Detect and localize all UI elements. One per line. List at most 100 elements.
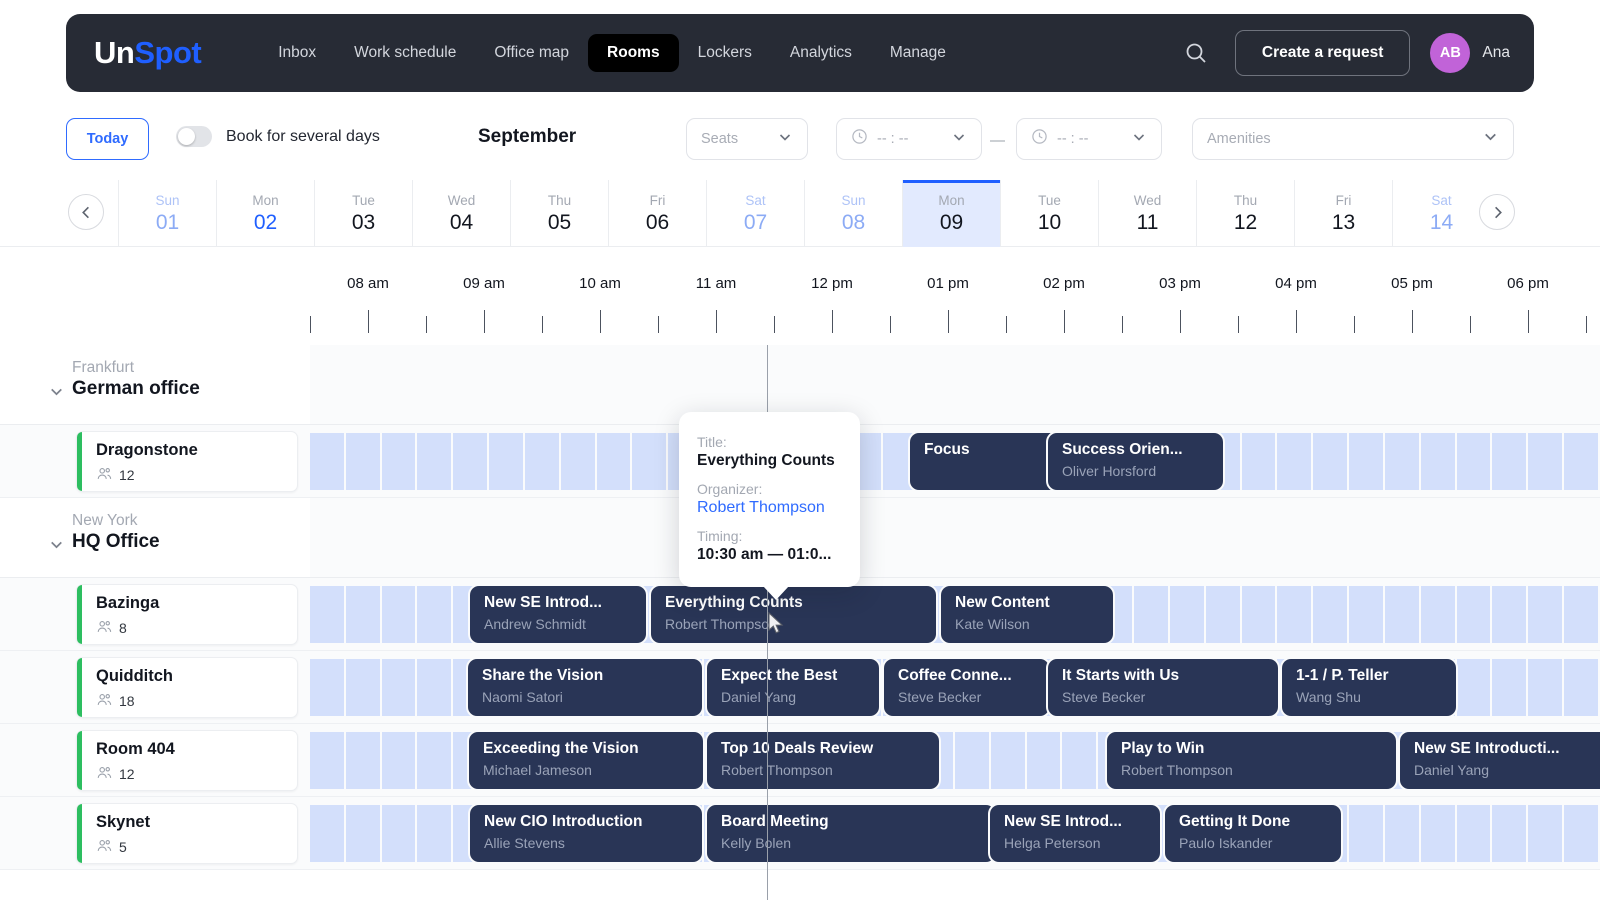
day-cell-07[interactable]: Sat 07 <box>706 180 804 247</box>
avatar[interactable]: AB <box>1430 33 1471 73</box>
free-slot[interactable] <box>345 659 382 716</box>
event-block[interactable]: Getting It Done Paulo Iskander <box>1165 805 1341 862</box>
event-block[interactable]: Top 10 Deals Review Robert Thompson <box>707 732 939 789</box>
day-cell-04[interactable]: Wed 04 <box>412 180 510 247</box>
free-slot[interactable] <box>381 805 418 862</box>
free-slot[interactable] <box>1420 805 1457 862</box>
free-slot[interactable] <box>1456 433 1493 490</box>
room-card[interactable]: Room 404 12 <box>76 730 298 791</box>
prev-week-button[interactable] <box>68 194 104 230</box>
free-slot[interactable] <box>1563 586 1600 643</box>
free-slot[interactable] <box>1563 433 1600 490</box>
free-slot[interactable] <box>954 732 991 789</box>
nav-item-office-map[interactable]: Office map <box>475 34 588 72</box>
day-cell-09[interactable]: Mon 09 <box>902 180 1000 247</box>
event-block[interactable]: Share the Vision Naomi Satori <box>468 659 702 716</box>
free-slot[interactable] <box>990 732 1027 789</box>
free-slot[interactable] <box>1241 433 1278 490</box>
event-block[interactable]: Board Meeting Kelly Bolen <box>707 805 995 862</box>
event-block[interactable]: New SE Introd... Andrew Schmidt <box>470 586 646 643</box>
free-slot[interactable] <box>1205 586 1242 643</box>
event-block[interactable]: New CIO Introduction Allie Stevens <box>470 805 702 862</box>
free-slot[interactable] <box>345 805 382 862</box>
search-icon[interactable] <box>1175 32 1217 74</box>
free-slot[interactable] <box>417 732 454 789</box>
nav-item-analytics[interactable]: Analytics <box>771 34 871 72</box>
free-slot[interactable] <box>489 433 525 490</box>
free-slot[interactable] <box>453 433 490 490</box>
event-block[interactable]: It Starts with Us Steve Becker <box>1048 659 1278 716</box>
free-slot[interactable] <box>1420 586 1457 643</box>
tooltip-organizer-value[interactable]: Robert Thompson <box>697 499 842 517</box>
free-slot[interactable] <box>1456 586 1493 643</box>
nav-item-rooms[interactable]: Rooms <box>588 34 679 72</box>
amenities-filter[interactable]: Amenities <box>1192 118 1514 160</box>
day-cell-14[interactable]: Sat 14 <box>1392 180 1490 247</box>
event-block[interactable]: Success Orien... Oliver Horsford <box>1048 433 1223 490</box>
event-block[interactable]: New Content Kate Wilson <box>941 586 1113 643</box>
day-cell-03[interactable]: Tue 03 <box>314 180 412 247</box>
free-slot[interactable] <box>1277 586 1314 643</box>
free-slot[interactable] <box>345 732 382 789</box>
free-slot[interactable] <box>1528 659 1564 716</box>
create-request-button[interactable]: Create a request <box>1234 30 1411 76</box>
free-slot[interactable] <box>1384 433 1421 490</box>
free-slot[interactable] <box>1456 805 1493 862</box>
nav-item-manage[interactable]: Manage <box>871 34 965 72</box>
room-card[interactable]: Skynet 5 <box>76 803 298 864</box>
free-slot[interactable] <box>1349 433 1385 490</box>
free-slot[interactable] <box>1563 805 1600 862</box>
day-cell-10[interactable]: Tue 10 <box>1000 180 1098 247</box>
free-slot[interactable] <box>1563 659 1600 716</box>
free-slot[interactable] <box>1169 586 1206 643</box>
nav-item-lockers[interactable]: Lockers <box>679 34 771 72</box>
event-block[interactable]: New SE Introducti... Daniel Yang <box>1400 732 1600 789</box>
event-block[interactable]: Play to Win Robert Thompson <box>1107 732 1396 789</box>
free-slot[interactable] <box>310 732 346 789</box>
free-slot[interactable] <box>1384 805 1421 862</box>
free-slot[interactable] <box>310 805 346 862</box>
free-slot[interactable] <box>1492 586 1529 643</box>
free-slot[interactable] <box>596 433 633 490</box>
event-block[interactable]: Everything Counts Robert Thompson <box>651 586 936 643</box>
free-slot[interactable] <box>310 659 346 716</box>
event-block[interactable]: New SE Introd... Helga Peterson <box>990 805 1160 862</box>
next-week-button[interactable] <box>1479 194 1515 230</box>
seats-filter[interactable]: Seats <box>686 118 808 160</box>
event-block[interactable]: Coffee Conne... Steve Becker <box>884 659 1049 716</box>
free-slot[interactable] <box>1277 433 1314 490</box>
free-slot[interactable] <box>1349 586 1385 643</box>
free-slot[interactable] <box>1062 732 1099 789</box>
day-cell-02[interactable]: Mon 02 <box>216 180 314 247</box>
event-block[interactable]: Exceeding the Vision Michael Jameson <box>469 732 703 789</box>
free-slot[interactable] <box>345 586 382 643</box>
free-slot[interactable] <box>1492 433 1529 490</box>
event-block[interactable]: Expect the Best Daniel Yang <box>707 659 879 716</box>
day-cell-05[interactable]: Thu 05 <box>510 180 608 247</box>
free-slot[interactable] <box>310 586 346 643</box>
day-cell-08[interactable]: Sun 08 <box>804 180 902 247</box>
day-cell-13[interactable]: Fri 13 <box>1294 180 1392 247</box>
nav-item-work-schedule[interactable]: Work schedule <box>335 34 475 72</box>
day-cell-01[interactable]: Sun 01 <box>118 180 216 247</box>
free-slot[interactable] <box>1456 659 1493 716</box>
free-slot[interactable] <box>381 659 418 716</box>
chevron-down-icon[interactable] <box>48 383 65 405</box>
free-slot[interactable] <box>310 433 346 490</box>
day-cell-12[interactable]: Thu 12 <box>1196 180 1294 247</box>
free-slot[interactable] <box>417 659 454 716</box>
free-slot[interactable] <box>1420 433 1457 490</box>
today-button[interactable]: Today <box>66 118 149 160</box>
time-from-filter[interactable]: -- : -- <box>836 118 982 160</box>
free-slot[interactable] <box>524 433 561 490</box>
event-block[interactable]: 1-1 / P. Teller Wang Shu <box>1282 659 1456 716</box>
free-slot[interactable] <box>1241 586 1278 643</box>
free-slot[interactable] <box>345 433 382 490</box>
free-slot[interactable] <box>417 805 454 862</box>
free-slot[interactable] <box>1349 805 1385 862</box>
free-slot[interactable] <box>1492 805 1529 862</box>
room-card[interactable]: Dragonstone 12 <box>76 431 298 492</box>
time-to-filter[interactable]: -- : -- <box>1016 118 1162 160</box>
nav-item-inbox[interactable]: Inbox <box>259 34 335 72</box>
day-cell-06[interactable]: Fri 06 <box>608 180 706 247</box>
